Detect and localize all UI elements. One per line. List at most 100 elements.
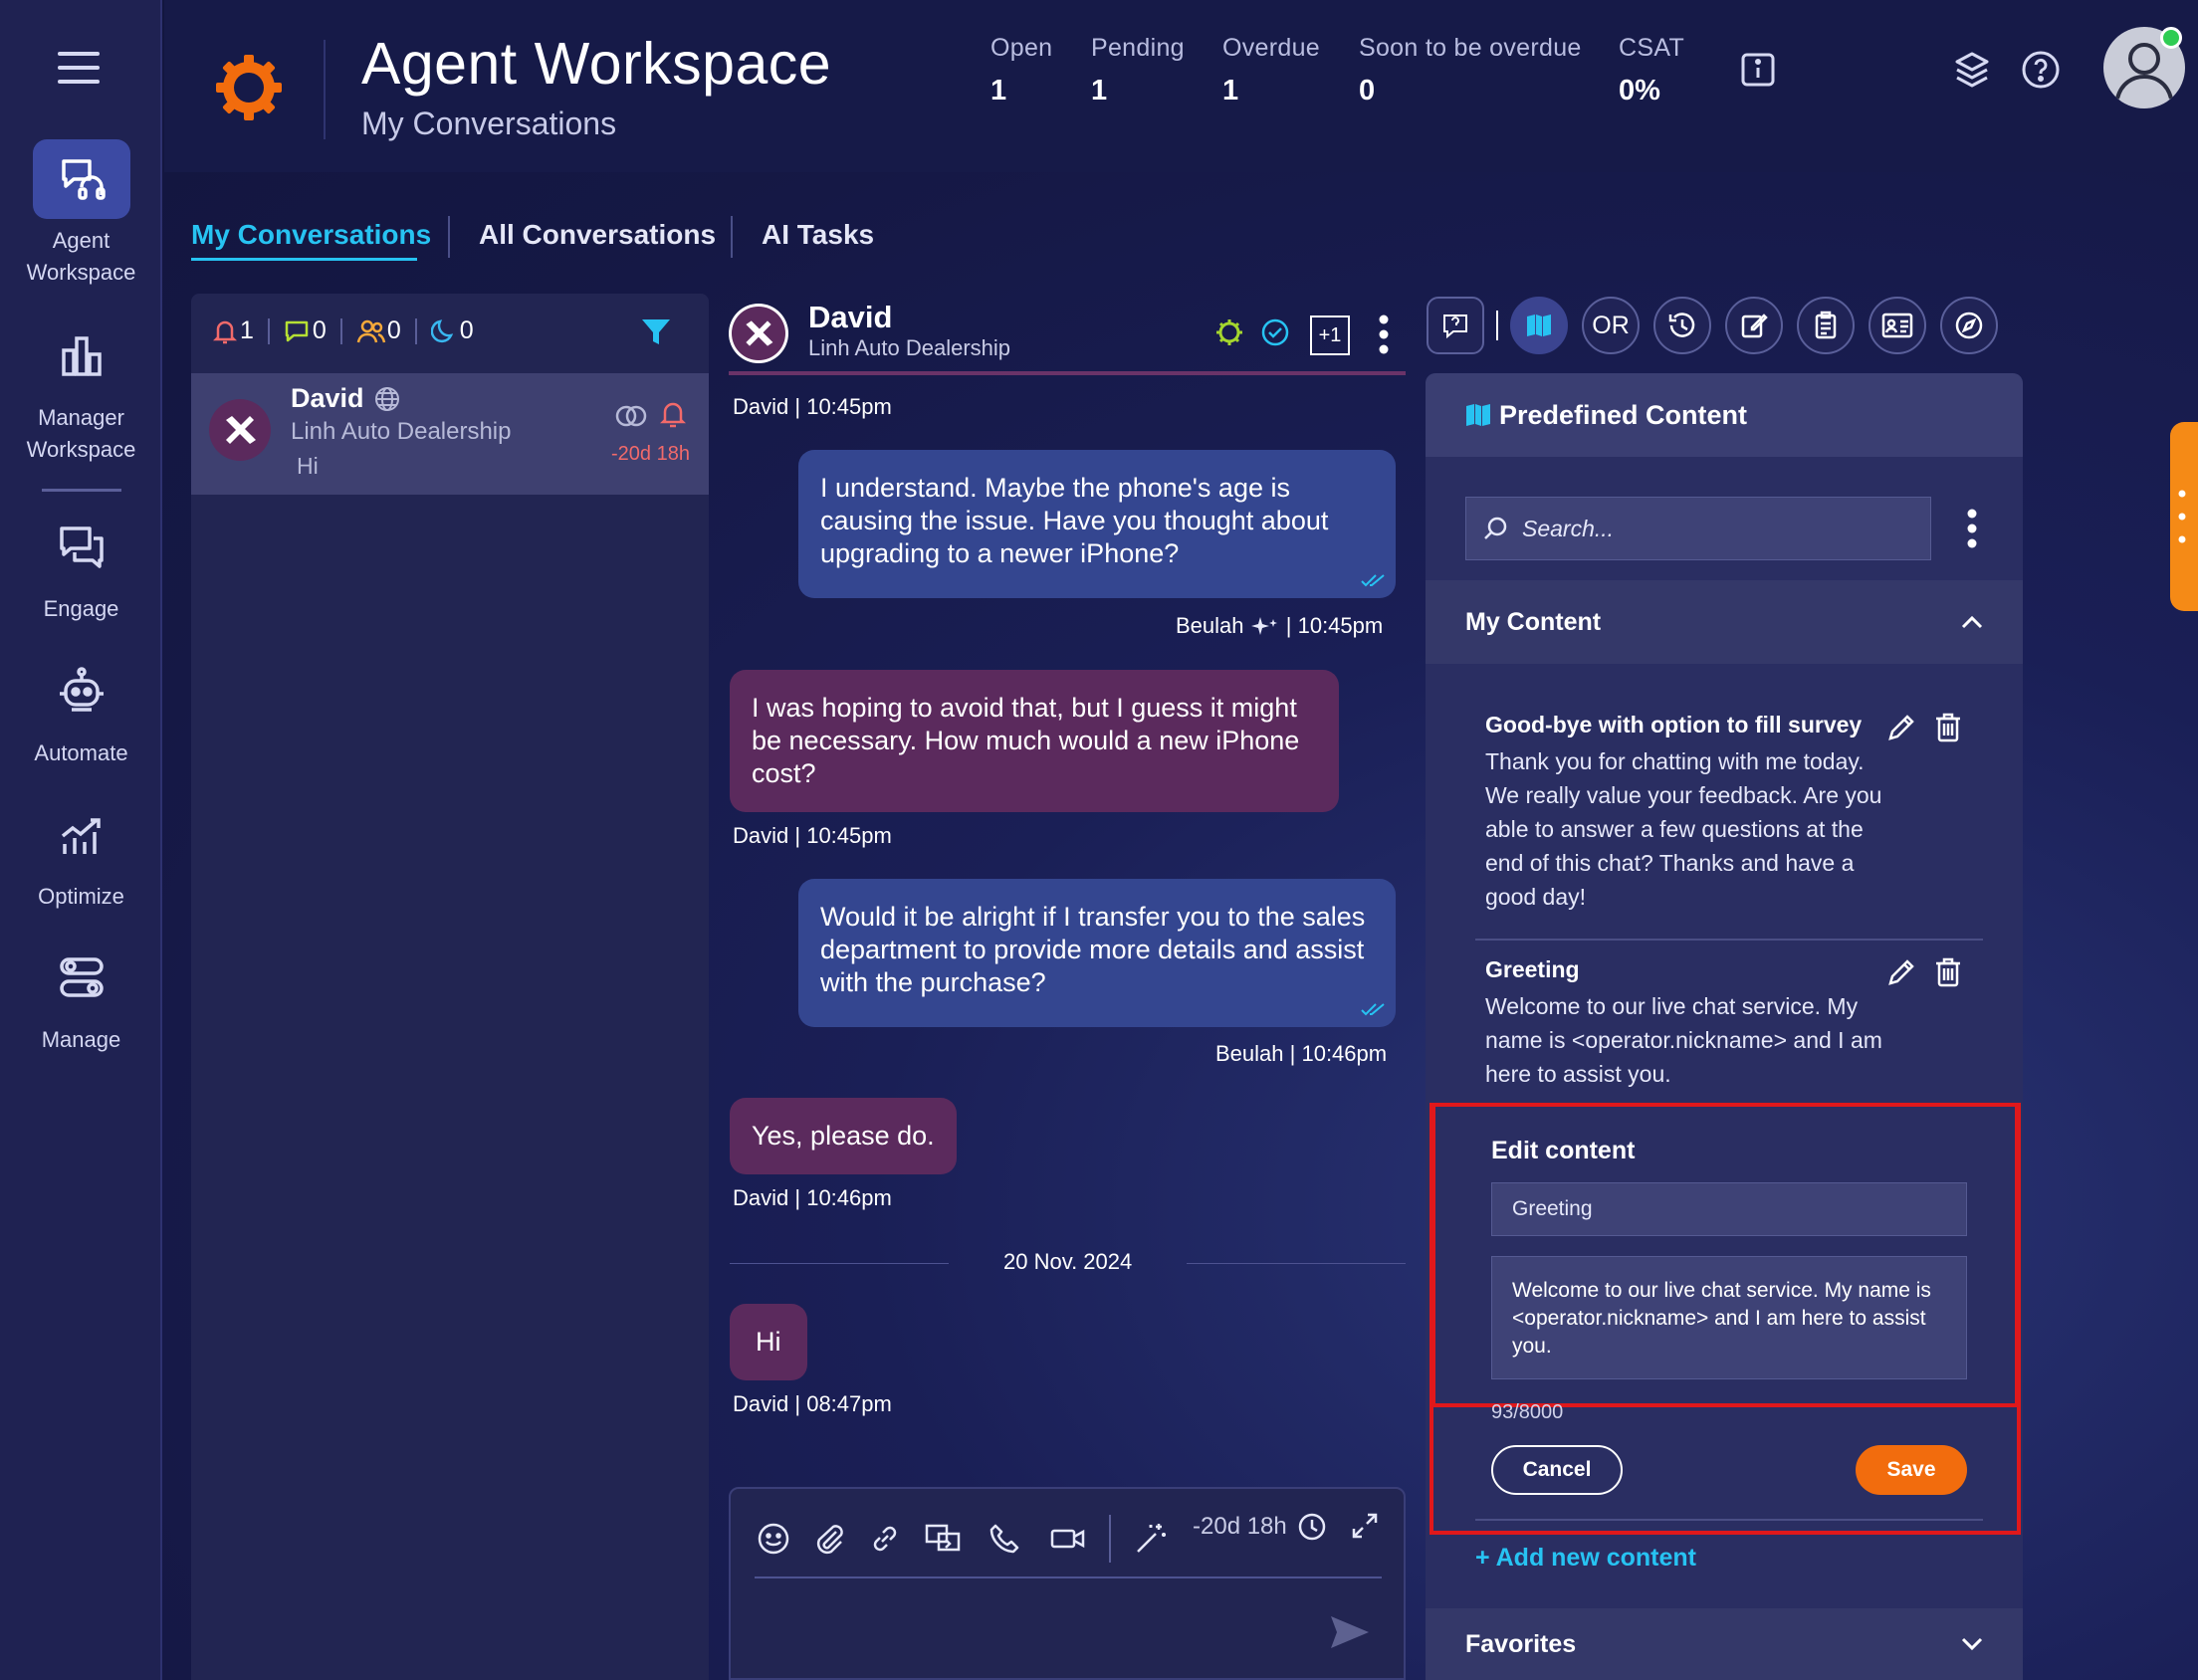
conversation-list-panel: 1 0 0 0 David Linh Auto Dealership Hi -2…	[191, 294, 709, 1680]
contact-card-icon[interactable]	[1868, 297, 1926, 354]
add-participant-button[interactable]: +1	[1310, 315, 1350, 355]
check-circle-icon[interactable]	[1260, 317, 1290, 347]
sidebar-item-label: Engage	[43, 596, 119, 621]
robot-icon	[33, 652, 130, 732]
online-status-icon	[2160, 27, 2182, 49]
more-options-icon[interactable]	[1967, 509, 1977, 548]
composer-divider	[755, 1576, 1382, 1578]
sidebar-item-label: Manage	[41, 1027, 121, 1052]
clipboard-icon[interactable]	[1797, 297, 1855, 354]
layers-icon[interactable]	[1953, 50, 1991, 90]
help-icon[interactable]	[2021, 50, 2061, 90]
chat-contact-company: Linh Auto Dealership	[808, 335, 1011, 360]
stat-soon-overdue[interactable]: Soon to be overdue 0	[1359, 34, 1582, 107]
attachment-icon[interactable]	[812, 1522, 846, 1556]
video-icon[interactable]	[1049, 1524, 1087, 1554]
sidebar-item-label: Optimize	[38, 884, 124, 909]
side-drawer-handle[interactable]	[2170, 422, 2198, 611]
chevron-down-icon[interactable]	[1961, 1637, 1983, 1651]
faq-icon[interactable]	[1427, 297, 1484, 354]
compass-icon[interactable]	[1940, 297, 1998, 354]
read-receipt-icon	[1360, 572, 1388, 588]
users-count-icon[interactable]: 0	[356, 316, 401, 345]
sidebar-item-engage[interactable]: Engage	[0, 508, 162, 625]
panel-title: Predefined Content	[1499, 399, 1748, 430]
predefined-content-icon[interactable]	[1510, 297, 1568, 354]
stat-overdue[interactable]: Overdue 1	[1222, 34, 1320, 107]
section-title: Favorites	[1465, 1629, 1577, 1658]
more-options-icon[interactable]	[1379, 314, 1389, 355]
send-icon[interactable]	[1328, 1612, 1372, 1652]
message-bubble-agent: Would it be alright if I transfer you to…	[798, 879, 1396, 1027]
read-receipt-icon	[1360, 1001, 1388, 1017]
status-gear-icon[interactable]	[1214, 317, 1244, 347]
toolbar-or-button[interactable]: OR	[1582, 297, 1640, 354]
conversation-filters: 1 0 0 0	[213, 316, 474, 345]
message-meta: David | 10:45pm	[733, 823, 892, 848]
my-content-section-header[interactable]: My Content	[1426, 580, 2023, 664]
sidebar-item-optimize[interactable]: Optimize	[0, 795, 162, 913]
message-meta: Beulah | 10:46pm	[1215, 1041, 1388, 1066]
sidebar-item-automate[interactable]: Automate	[0, 652, 162, 769]
composer-timer: -20d 18h	[1193, 1513, 1287, 1540]
favorites-section-header[interactable]: Favorites	[1426, 1608, 2023, 1680]
menu-icon[interactable]	[58, 48, 104, 88]
message-composer: -20d 18h	[729, 1487, 1406, 1680]
brand-gear-icon	[214, 53, 284, 122]
magic-wand-icon[interactable]	[1133, 1521, 1169, 1557]
filter-icon[interactable]	[640, 316, 672, 348]
clock-icon	[1296, 1511, 1328, 1543]
chat-bubbles-icon	[33, 508, 130, 587]
add-new-content-link[interactable]: + Add new content	[1475, 1544, 1696, 1573]
message-bubble-customer: Yes, please do.	[730, 1098, 957, 1174]
date-divider: 20 Nov. 2024	[1003, 1249, 1133, 1274]
conversation-list-item[interactable]: David Linh Auto Dealership Hi -20d 18h	[191, 373, 709, 495]
link-icon[interactable]	[868, 1522, 902, 1556]
header-divider	[324, 40, 326, 139]
message-bubble-customer: Hi	[730, 1304, 807, 1380]
sidebar-item-manage[interactable]: Manage	[0, 939, 162, 1056]
chevron-up-icon[interactable]	[1961, 615, 1983, 629]
history-icon[interactable]	[1653, 297, 1711, 354]
drag-dots-icon	[2178, 488, 2186, 545]
tab-all-conversations[interactable]: All Conversations	[479, 219, 716, 251]
message-preview: Hi	[297, 453, 319, 479]
stat-pending[interactable]: Pending 1	[1091, 34, 1185, 107]
sidebar-item-manager-workspace[interactable]: Manager Workspace	[0, 316, 162, 466]
sidebar-item-agent-workspace[interactable]: Agent Workspace	[0, 139, 162, 289]
sidebar-divider	[42, 489, 121, 492]
tab-divider	[448, 216, 450, 258]
toolbar-divider	[1496, 311, 1498, 340]
screen-share-icon[interactable]	[924, 1522, 962, 1556]
pencil-icon[interactable]	[1885, 956, 1917, 988]
stat-csat[interactable]: CSAT 0%	[1619, 34, 1684, 107]
composer-toolbar	[757, 1515, 1169, 1563]
stat-open[interactable]: Open 1	[990, 34, 1052, 107]
expand-icon[interactable]	[1350, 1511, 1380, 1541]
message-meta: David | 10:46pm	[733, 1185, 892, 1210]
sidebar: Agent Workspace Manager Workspace Engage A…	[0, 0, 162, 1680]
item-divider	[1475, 939, 1983, 941]
contact-company: Linh Auto Dealership	[291, 418, 512, 445]
search-input[interactable]: Search...	[1465, 497, 1931, 560]
content-item-text: Thank you for chatting with me today. We…	[1485, 748, 1882, 910]
info-icon[interactable]	[1740, 52, 1776, 88]
tab-my-conversations[interactable]: My Conversations	[191, 219, 431, 251]
trash-icon[interactable]	[1933, 712, 1963, 743]
message-meta: David | 10:45pm	[733, 394, 892, 419]
channel-avatar-icon	[209, 399, 271, 461]
bell-alert-icon	[660, 399, 686, 429]
message-bubble-agent: I understand. Maybe the phone's age is c…	[798, 450, 1396, 598]
pencil-icon[interactable]	[1885, 712, 1917, 743]
message-meta: David | 08:47pm	[733, 1391, 892, 1416]
edit-note-icon[interactable]	[1725, 297, 1783, 354]
trash-icon[interactable]	[1933, 956, 1963, 988]
phone-icon[interactable]	[988, 1522, 1021, 1556]
tab-ai-tasks[interactable]: AI Tasks	[762, 219, 874, 251]
panel-header: Predefined Content	[1426, 373, 2023, 457]
bell-count-icon[interactable]: 1	[213, 316, 254, 345]
chat-count-icon[interactable]: 0	[284, 316, 327, 345]
emoji-icon[interactable]	[757, 1522, 790, 1556]
moon-count-icon[interactable]: 0	[430, 316, 474, 345]
bar-chart-icon	[33, 316, 130, 396]
